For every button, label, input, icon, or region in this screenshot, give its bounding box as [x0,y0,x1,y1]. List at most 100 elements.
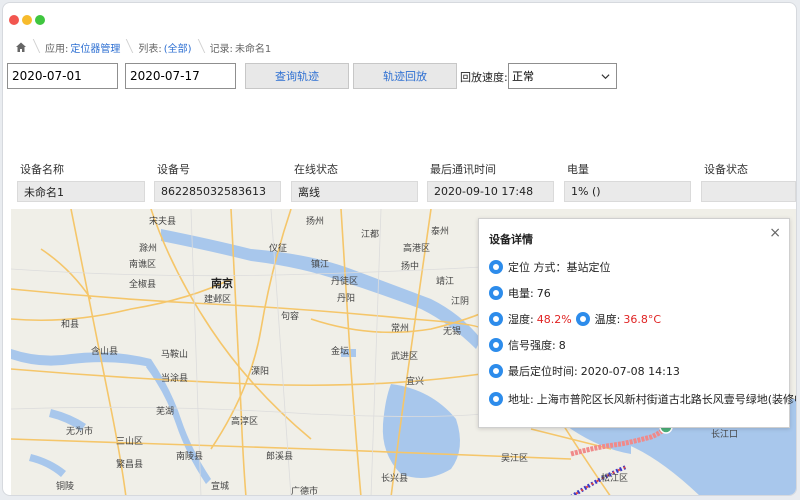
humidity-icon [489,312,503,326]
svg-text:扬中: 扬中 [401,260,419,272]
svg-text:建邺区: 建邺区 [204,293,231,305]
clock-icon [489,364,503,378]
svg-text:长江口: 长江口 [711,428,738,440]
minimize-window-button[interactable] [22,15,32,25]
svg-text:当涂县: 当涂县 [161,372,188,384]
field-value: 1% () [564,181,691,202]
svg-text:郎溪县: 郎溪县 [266,450,293,462]
svg-text:南陵县: 南陵县 [176,450,203,462]
last-locate-value: 2020-07-08 14:13 [580,364,680,378]
breadcrumb-list[interactable]: 列表: (全部) [130,34,201,60]
breadcrumb-home[interactable] [3,34,37,60]
battery-value: 76 [536,286,551,300]
field-label: 电量 [567,163,589,176]
breadcrumb-app[interactable]: 应用: 定位器管理 [37,34,130,60]
field-device-status: 设备状态 [701,161,796,202]
location-pin-icon [489,392,503,406]
track-playback-button[interactable]: 轨迹回放 [353,63,457,89]
temperature-value: 36.8°C [623,312,662,326]
svg-text:丹徒区: 丹徒区 [331,275,358,287]
home-icon [16,42,26,52]
breadcrumb-app-label: 应用: [45,43,69,55]
field-last-comm-time: 最后通讯时间 2020-09-10 17:48 [427,161,554,202]
breadcrumb-record: 记录: 未命名1 [202,34,282,60]
field-value: 未命名1 [17,181,145,202]
svg-text:南谯区: 南谯区 [129,258,156,270]
field-value: 862285032583613 [154,181,281,202]
svg-text:扬州: 扬州 [306,215,324,227]
field-value: 离线 [291,181,418,202]
close-icon[interactable]: × [769,225,781,241]
svg-text:宜兴: 宜兴 [406,375,424,387]
device-detail-popup: 设备详情 × 定位 方式： 基站定位 电量: 76 湿度: 48.2% 温度: … [478,218,796,428]
address-label: 地址: [508,393,534,406]
svg-text:句容: 句容 [281,310,299,322]
locate-method-label: 定位 方式： [508,261,567,274]
breadcrumb-app-value[interactable]: 定位器管理 [70,40,120,55]
svg-text:芜湖: 芜湖 [156,405,174,417]
maximize-window-button[interactable] [35,15,45,25]
field-battery: 电量 1% () [564,161,691,202]
popup-title: 设备详情 [489,233,533,246]
field-online-status: 在线状态 离线 [291,161,418,202]
app-window: 应用: 定位器管理 列表: (全部) 记录: 未命名1 查询轨迹 轨迹回放 回放… [2,2,797,496]
popup-row-locate-method: 定位 方式： 基站定位 [489,259,611,275]
svg-text:广德市: 广德市 [291,485,318,496]
svg-text:滁州: 滁州 [139,243,157,254]
breadcrumb-list-value[interactable]: (全部) [164,40,192,55]
breadcrumb-record-label: 记录: [209,43,233,55]
field-device-id: 设备号 862285032583613 [154,161,281,202]
signal-label: 信号强度: [508,339,556,352]
svg-text:宋夫县: 宋夫县 [149,215,176,227]
field-label: 最后通讯时间 [430,163,496,176]
toolbar: 查询轨迹 轨迹回放 回放速度: 正常 [7,63,796,91]
svg-text:溧阳: 溧阳 [251,366,269,377]
battery-icon [489,286,503,300]
svg-text:泰州: 泰州 [431,225,449,237]
popup-row-signal: 信号强度: 8 [489,337,566,353]
svg-text:靖江: 靖江 [436,275,454,287]
field-label: 设备号 [157,163,190,176]
field-label: 在线状态 [294,163,338,176]
device-info-fields: 设备名称 未命名1 设备号 862285032583613 在线状态 离线 最后… [3,161,796,207]
svg-text:三山区: 三山区 [116,436,143,447]
breadcrumb-list-label: 列表: [138,43,162,55]
close-window-button[interactable] [9,15,19,25]
svg-text:铜陵: 铜陵 [56,480,74,492]
svg-text:宣城: 宣城 [211,480,229,492]
humidity-value: 48.2% [536,312,572,326]
breadcrumb-record-value: 未命名1 [234,43,272,55]
humidity-label: 湿度: [508,313,534,326]
svg-text:镇江: 镇江 [311,258,329,270]
playback-speed-value: 正常 [512,70,534,83]
svg-text:武进区: 武进区 [391,350,418,362]
thermometer-icon [575,312,590,326]
svg-text:南京: 南京 [211,276,233,290]
svg-text:含山县: 含山县 [91,345,118,357]
svg-text:金坛: 金坛 [331,345,349,357]
svg-text:和县: 和县 [61,319,79,330]
temperature-label: 温度: [594,313,621,326]
last-locate-label: 最后定位时间: [508,365,578,378]
locate-icon [489,260,503,274]
field-label: 设备名称 [20,163,64,176]
signal-icon [489,338,503,352]
popup-row-battery: 电量: 76 [489,285,551,301]
svg-text:江阴: 江阴 [451,296,469,307]
playback-speed-select[interactable]: 正常 [508,63,617,89]
query-track-button[interactable]: 查询轨迹 [245,63,349,89]
start-date-input[interactable] [7,63,118,89]
svg-text:江都: 江都 [361,229,379,240]
field-value [701,181,796,202]
title-bar [3,3,796,33]
svg-text:松江区: 松江区 [601,472,628,484]
end-date-input[interactable] [125,63,236,89]
playback-speed-label: 回放速度: [460,71,508,84]
svg-text:仪征: 仪征 [269,243,287,254]
svg-text:长兴县: 长兴县 [381,472,408,484]
popup-row-address: 地址: 上海市普陀区长风新村街道古北路长风壹号绿地(装修中) [489,391,797,407]
field-device-name: 设备名称 未命名1 [17,161,145,202]
battery-label: 电量: [508,287,534,300]
breadcrumb: 应用: 定位器管理 列表: (全部) 记录: 未命名1 [3,34,796,60]
address-value: 上海市普陀区长风新村街道古北路长风壹号绿地(装修中) [536,393,797,406]
